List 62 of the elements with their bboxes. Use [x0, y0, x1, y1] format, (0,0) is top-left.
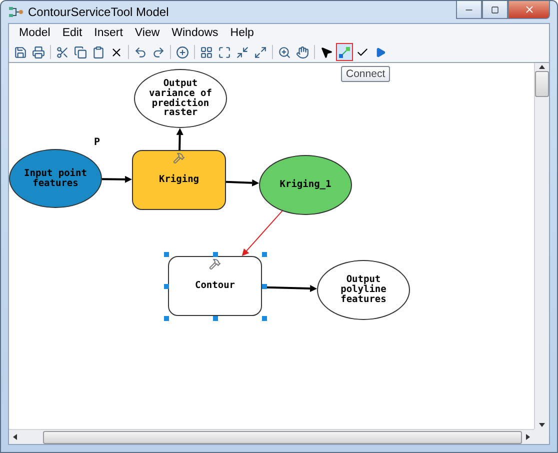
selection-handle[interactable] — [262, 284, 267, 289]
selection-handle[interactable] — [213, 316, 218, 321]
maximize-button[interactable] — [482, 1, 508, 19]
scroll-right-icon[interactable] — [524, 433, 532, 441]
copy-icon — [74, 46, 87, 58]
menu-item[interactable]: View — [128, 27, 166, 39]
vertical-scrollbar[interactable] — [534, 63, 549, 429]
scissors-icon — [56, 46, 69, 58]
hammer-icon — [209, 258, 221, 270]
menu-item[interactable]: Edit — [56, 27, 88, 39]
diagram-label: P — [94, 137, 100, 148]
node-label: Kriging_1 — [280, 180, 332, 190]
data-node[interactable]: Input point features — [9, 149, 102, 208]
tooltip: Connect — [341, 66, 390, 82]
close-button[interactable] — [508, 1, 550, 19]
menu-item[interactable]: Model — [13, 27, 56, 39]
data-node[interactable]: Output variance of prediction raster — [134, 69, 227, 128]
selection-handle[interactable] — [262, 316, 267, 321]
hammer-icon — [173, 152, 185, 164]
full-extent-icon — [218, 46, 231, 58]
node-label: Output polyline features — [340, 275, 388, 305]
delete-icon — [110, 46, 123, 58]
node-label: Contour — [194, 281, 236, 291]
undo-icon — [134, 46, 147, 58]
maximize-icon — [491, 6, 499, 14]
minimize-button[interactable] — [456, 1, 482, 19]
expand-icon — [254, 46, 267, 58]
add-icon — [176, 46, 189, 58]
play-icon — [375, 46, 386, 58]
save-icon — [14, 46, 27, 58]
grid-icon — [200, 46, 213, 58]
selection-handle[interactable] — [213, 252, 218, 257]
zoom-in-icon — [278, 46, 291, 58]
shrink-icon — [236, 46, 249, 58]
redo-icon — [152, 46, 165, 58]
selection-handle[interactable] — [164, 284, 169, 289]
model-icon — [8, 6, 24, 18]
printer-icon — [32, 46, 45, 58]
clipboard-icon — [92, 46, 105, 58]
node-label: Input point features — [23, 168, 88, 188]
menu-item[interactable]: Windows — [166, 27, 224, 39]
horizontal-scrollbar[interactable] — [9, 429, 534, 444]
menu-item[interactable]: Insert — [88, 27, 129, 39]
window-title: ContourServiceTool Model — [28, 5, 169, 19]
menu-item[interactable]: Help — [224, 27, 260, 39]
selection-handle[interactable] — [164, 316, 169, 321]
hand-icon — [296, 46, 309, 58]
tool-node[interactable]: Kriging — [132, 150, 226, 210]
node-label: Kriging — [158, 175, 200, 185]
selection-handle[interactable] — [262, 252, 267, 257]
connect-icon — [338, 46, 351, 58]
check-icon — [356, 46, 369, 58]
scroll-left-icon[interactable] — [11, 433, 19, 441]
pointer-icon — [320, 46, 333, 58]
node-label: Output variance of prediction raster — [148, 78, 213, 118]
scrollbar-thumb[interactable] — [43, 430, 522, 444]
scrollbar-thumb[interactable] — [535, 71, 549, 97]
close-icon — [524, 4, 534, 15]
data-node[interactable]: Kriging_1 — [259, 155, 352, 215]
selection-handle[interactable] — [164, 252, 169, 257]
data-node[interactable]: Output polyline features — [317, 260, 410, 320]
tool-node[interactable]: Contour — [168, 256, 262, 316]
